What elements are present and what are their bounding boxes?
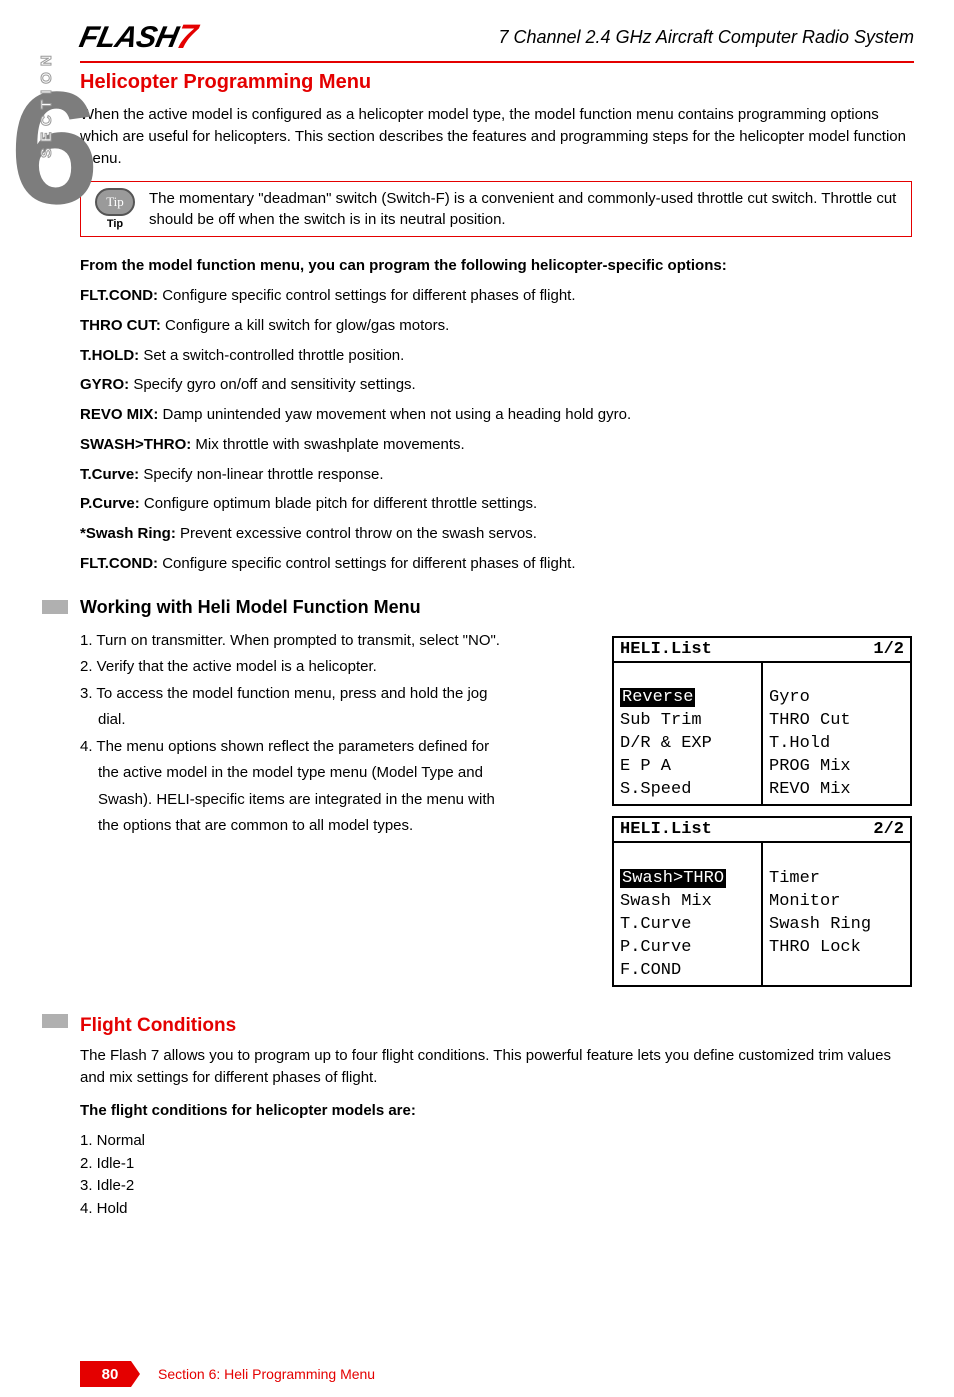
opt-label: REVO MIX: [80, 406, 158, 423]
opt-label: FLT.COND: [80, 287, 158, 304]
lcd2-title-left: HELI.List [620, 820, 712, 839]
lcd-row: F.COND [620, 961, 681, 980]
opt-label: GYRO: [80, 376, 129, 393]
cond-item: 4. Hold [80, 1198, 912, 1221]
step-line: dial. [80, 709, 596, 732]
options-lead: From the model function menu, you can pr… [80, 257, 727, 274]
lcd-screen-2: HELI.List 2/2 Swash>THRO Swash Mix T.Cur… [612, 816, 912, 987]
opt-desc: Specify non-linear throttle response. [139, 466, 383, 483]
lcd-row: THRO Lock [769, 938, 861, 957]
header-subtitle: 7 Channel 2.4 GHz Aircraft Computer Radi… [498, 27, 914, 48]
flight-intro: The Flash 7 allows you to program up to … [80, 1045, 912, 1089]
step-line: 3. To access the model function menu, pr… [80, 683, 596, 706]
step-line: Swash). HELI-specific items are integrat… [80, 789, 596, 812]
opt-desc: Specify gyro on/off and sensitivity sett… [129, 376, 416, 393]
lcd1-right-col: Gyro THRO Cut T.Hold PROG Mix REVO Mix [763, 663, 910, 805]
intro-paragraph: When the active model is configured as a… [80, 104, 912, 169]
opt-desc: Mix throttle with swashplate movements. [191, 436, 464, 453]
opt-desc: Set a switch-controlled throttle positio… [139, 347, 404, 364]
tip-box: Tip Tip The momentary "deadman" switch (… [80, 181, 912, 237]
lcd-row: Gyro [769, 688, 810, 707]
footer-label: Section 6: Heli Programming Menu [158, 1366, 375, 1382]
opt-label: T.HOLD: [80, 347, 139, 364]
cond-item: 3. Idle-2 [80, 1175, 912, 1198]
lcd-row: Timer [769, 869, 820, 888]
grey-bullet-bar [42, 1014, 68, 1028]
cond-item: 1. Normal [80, 1130, 912, 1153]
page-title: Helicopter Programming Menu [80, 71, 912, 94]
working-heading: Working with Heli Model Function Menu [80, 597, 421, 618]
lcd-row: Swash Ring [769, 915, 871, 934]
opt-label: SWASH>THRO: [80, 436, 191, 453]
step-line: 4. The menu options shown reflect the pa… [80, 736, 596, 759]
tip-bubble: Tip [95, 188, 135, 216]
step-line: the active model in the model type menu … [80, 762, 596, 785]
opt-desc: Prevent excessive control throw on the s… [176, 525, 537, 542]
lcd-row: Sub Trim [620, 711, 702, 730]
lcd-row: P.Curve [620, 938, 691, 957]
opt-label: THRO CUT: [80, 317, 161, 334]
step-line: 2. Verify that the active model is a hel… [80, 656, 596, 679]
lcd1-left-col: Reverse Sub Trim D/R & EXP E P A S.Speed [614, 663, 763, 805]
opt-desc: Configure specific control settings for … [158, 287, 575, 304]
lcd-row: THRO Cut [769, 711, 851, 730]
lcd-row: E P A [620, 757, 671, 776]
tip-text: The momentary "deadman" switch (Switch-F… [149, 188, 901, 230]
opt-desc: Configure a kill switch for glow/gas mot… [161, 317, 449, 334]
opt-desc: Configure optimum blade pitch for differ… [140, 495, 537, 512]
lcd2-right-col: Timer Monitor Swash Ring THRO Lock [763, 843, 910, 985]
grey-bullet-bar [42, 600, 68, 614]
opt-label: T.Curve: [80, 466, 139, 483]
page-number-badge: 80 [80, 1361, 140, 1387]
lcd1-title-left: HELI.List [620, 640, 712, 659]
cond-item: 2. Idle-1 [80, 1153, 912, 1176]
subheading-row: Working with Heli Model Function Menu [42, 597, 912, 618]
flight-cond-list: 1. Normal 2. Idle-1 3. Idle-2 4. Hold [80, 1130, 912, 1220]
lcd-row-hl: Swash>THRO [620, 869, 726, 888]
lcd-row: REVO Mix [769, 780, 851, 799]
flight-heading: Flight Conditions [80, 1015, 236, 1037]
step-line: the options that are common to all model… [80, 815, 596, 838]
lcd-row: T.Curve [620, 915, 691, 934]
lcd-row: PROG Mix [769, 757, 851, 776]
opt-label: *Swash Ring: [80, 525, 176, 542]
logo-main: FLASH [76, 21, 181, 54]
opt-desc: Configure specific control settings for … [158, 555, 575, 572]
flight-list-head: The flight conditions for helicopter mod… [80, 1102, 416, 1119]
options-list: FLT.COND: Configure specific control set… [80, 285, 912, 575]
lcd2-title-right: 2/2 [873, 820, 904, 839]
lcd2-left-col: Swash>THRO Swash Mix T.Curve P.Curve F.C… [614, 843, 763, 985]
logo: FLASH7 [76, 18, 200, 57]
tip-label: Tip [107, 218, 123, 230]
opt-desc: Damp unintended yaw movement when not us… [158, 406, 631, 423]
opt-label: P.Curve: [80, 495, 140, 512]
lcd-row: D/R & EXP [620, 734, 712, 753]
steps-list: 1. Turn on transmitter. When prompted to… [80, 630, 596, 987]
lcd1-title-right: 1/2 [873, 640, 904, 659]
subheading-row-2: Flight Conditions [42, 1005, 912, 1037]
opt-label: FLT.COND: [80, 555, 158, 572]
lcd-row: S.Speed [620, 780, 691, 799]
step-line: 1. Turn on transmitter. When prompted to… [80, 630, 596, 653]
section-side-tab: 6 SECTION [10, 68, 74, 248]
page-footer: 80 Section 6: Heli Programming Menu [80, 1361, 375, 1387]
lcd-screen-1: HELI.List 1/2 Reverse Sub Trim D/R & EXP… [612, 636, 912, 807]
lcd-row: T.Hold [769, 734, 830, 753]
lcd-row: Swash Mix [620, 892, 712, 911]
lcd-row-hl: Reverse [620, 688, 695, 707]
section-label: SECTION [38, 49, 55, 158]
lcd-row: Monitor [769, 892, 840, 911]
page-header: FLASH7 7 Channel 2.4 GHz Aircraft Comput… [80, 18, 914, 63]
